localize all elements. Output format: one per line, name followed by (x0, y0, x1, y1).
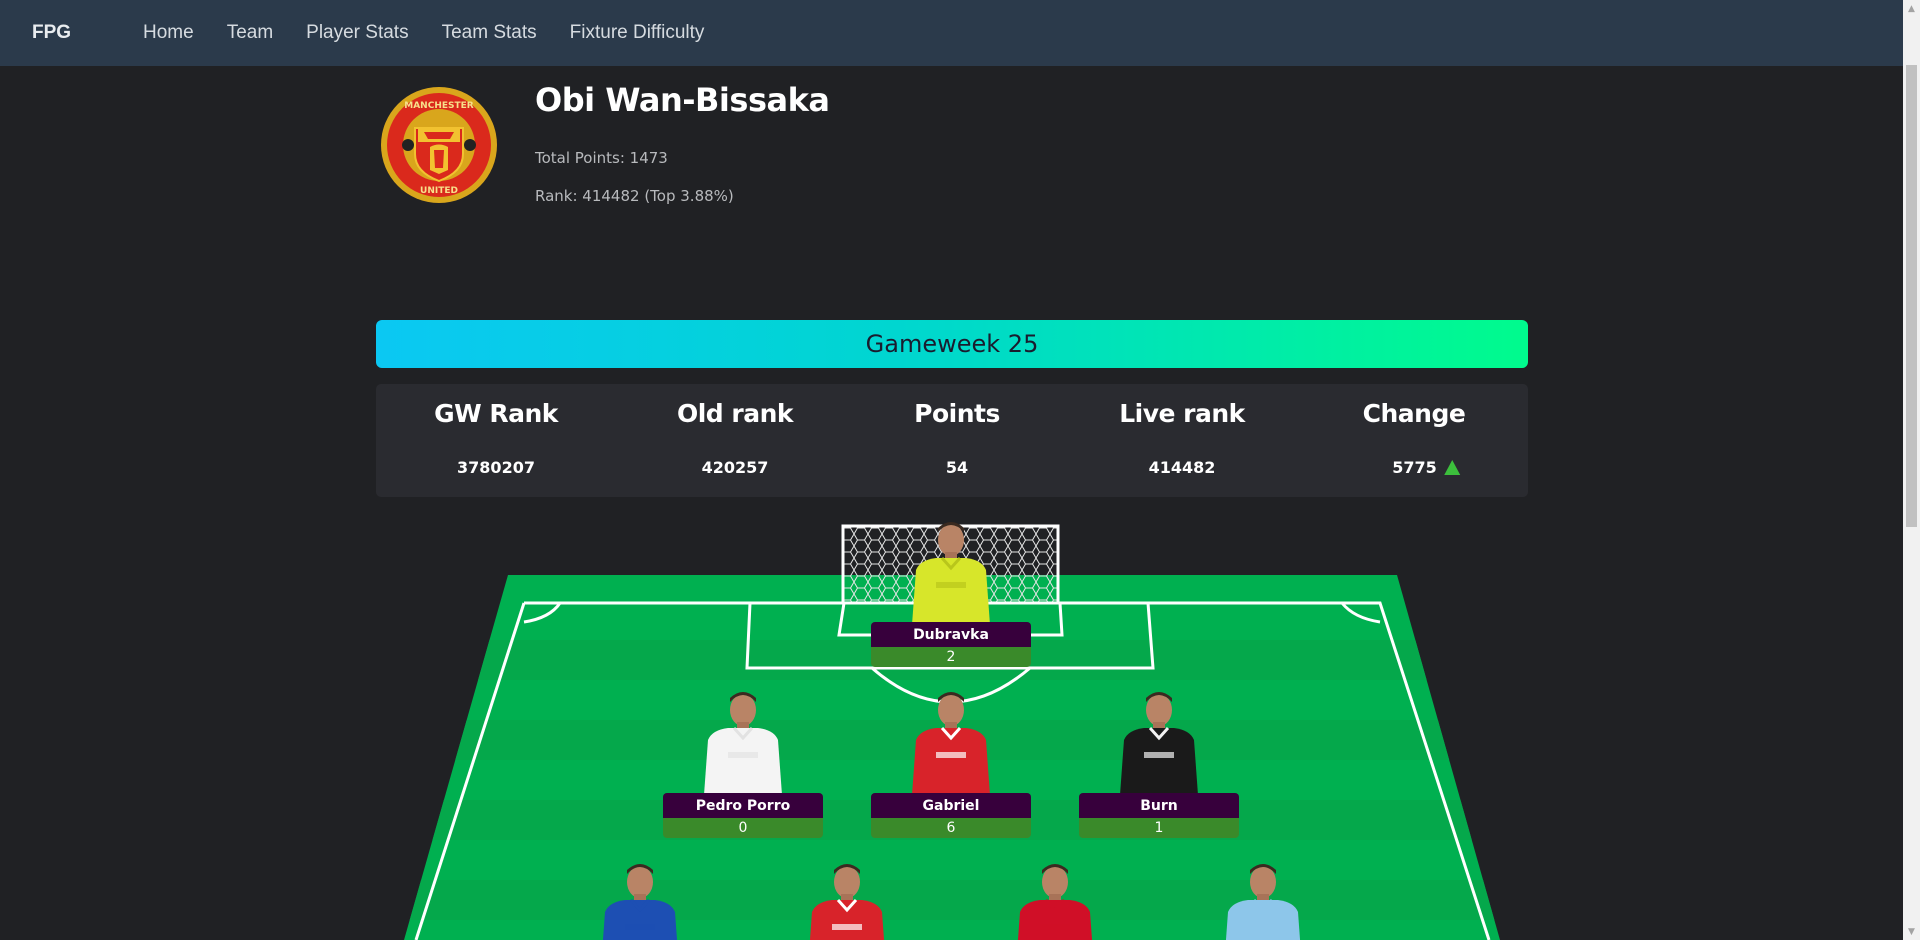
stat-header-old-rank: Old rank (676, 399, 794, 428)
scroll-up-arrow-icon[interactable]: ▲ (1903, 0, 1920, 17)
stat-value-old-rank: 420257 (702, 458, 769, 477)
player-shirt-icon (912, 522, 990, 625)
player-shirt-icon (1017, 864, 1093, 940)
player-shirt-icon (1120, 692, 1198, 795)
player-shirt-icon (809, 864, 885, 940)
stat-value-gw-rank: 3780207 (457, 458, 535, 477)
total-points: Total Points: 1473 (535, 149, 668, 167)
stat-header-points: Points (914, 399, 1000, 428)
player-name: Gabriel (871, 793, 1031, 818)
player-shirt-icon (912, 692, 990, 795)
vertical-scrollbar[interactable]: ▲ ▼ (1903, 0, 1920, 940)
stat-value-live-rank: 414482 (1149, 458, 1216, 477)
nav-player-stats[interactable]: Player Stats (306, 22, 408, 44)
player-shirt-icon (1225, 864, 1301, 940)
stat-header-gw-rank: GW Rank (434, 399, 558, 428)
svg-text:MANCHESTER: MANCHESTER (404, 101, 474, 111)
player-name: Burn (1079, 793, 1239, 818)
brand-logo[interactable]: FPG (32, 22, 143, 44)
player-points: 0 (663, 818, 823, 838)
navbar: FPG Home Team Player Stats Team Stats Fi… (0, 0, 1903, 66)
stat-header-change: Change (1362, 399, 1466, 428)
gameweek-stats-panel: GW Rank Old rank Points Live rank Change… (376, 384, 1528, 497)
gameweek-banner: Gameweek 25 (376, 320, 1528, 368)
nav-fixture-difficulty[interactable]: Fixture Difficulty (570, 22, 705, 44)
player-name: Dubravka (871, 622, 1031, 647)
stat-value-old-rank-text: 420257 (701, 458, 769, 477)
stat-value-change-text: 5775 (1392, 458, 1437, 477)
nav-team[interactable]: Team (227, 22, 273, 44)
stat-value-change: 5775 (1392, 458, 1460, 477)
player-points: 2 (871, 647, 1031, 667)
player-points: 6 (871, 818, 1031, 838)
stat-value-points: 54 (946, 458, 968, 477)
stat-value-gw-rank-text: 3780207 (457, 458, 535, 477)
svg-text:UNITED: UNITED (420, 186, 458, 196)
player-shirt-icon (704, 692, 782, 795)
player-shirt-icon (602, 864, 678, 940)
nav-team-stats[interactable]: Team Stats (442, 22, 537, 44)
scroll-down-arrow-icon[interactable]: ▼ (1903, 923, 1920, 940)
arrow-up-icon (1443, 460, 1460, 475)
player-name: Pedro Porro (663, 793, 823, 818)
stat-header-live-rank: Live rank (1119, 399, 1245, 428)
stat-value-live-rank-text: 414482 (1148, 458, 1216, 477)
overall-rank: Rank: 414482 (Top 3.88%) (535, 187, 734, 205)
stat-value-points-text: 54 (945, 458, 969, 477)
scroll-thumb[interactable] (1906, 65, 1917, 527)
club-crest-image: MANCHESTER UNITED (381, 87, 497, 203)
player-points: 1 (1079, 818, 1239, 838)
team-name: Obi Wan-Bissaka (535, 81, 830, 119)
nav-home[interactable]: Home (143, 22, 194, 44)
